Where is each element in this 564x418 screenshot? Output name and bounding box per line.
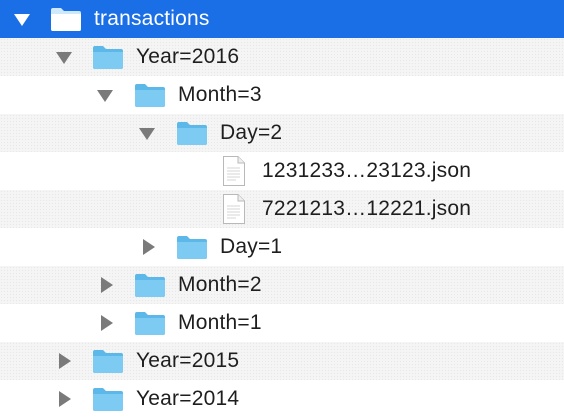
disclosure-triangle-collapsed-icon[interactable] xyxy=(59,391,71,407)
disclosure-triangle-expanded-icon[interactable] xyxy=(14,14,30,26)
tree-row-month-2[interactable]: Month=2 xyxy=(0,266,564,304)
file-tree: transactions Year=2016 Month=3 Day=2 123… xyxy=(0,0,564,418)
tree-row-label: Year=2014 xyxy=(136,387,240,410)
disclosure-triangle-expanded-icon[interactable] xyxy=(139,128,155,140)
tree-row-json-file[interactable]: 1231233…23123.json xyxy=(0,152,564,190)
tree-row-label: transactions xyxy=(94,7,210,30)
tree-row-json-file[interactable]: 7221213…12221.json xyxy=(0,190,564,228)
disclosure-triangle-expanded-icon[interactable] xyxy=(56,52,72,64)
tree-row-month-1[interactable]: Month=1 xyxy=(0,304,564,342)
disclosure-triangle-expanded-icon[interactable] xyxy=(97,90,113,102)
tree-row-month-3[interactable]: Month=3 xyxy=(0,76,564,114)
json-file-icon xyxy=(223,194,245,224)
json-file-icon xyxy=(223,156,245,186)
folder-icon xyxy=(93,388,123,411)
tree-row-label: Day=1 xyxy=(220,235,283,258)
tree-row-label: Month=1 xyxy=(178,311,262,334)
folder-icon xyxy=(135,312,165,335)
folder-icon xyxy=(93,350,123,373)
folder-icon xyxy=(177,122,207,145)
tree-row-label: Year=2016 xyxy=(136,45,240,68)
tree-row-transactions[interactable]: transactions xyxy=(0,0,564,38)
tree-row-year-2014[interactable]: Year=2014 xyxy=(0,380,564,418)
folder-icon xyxy=(93,46,123,69)
tree-row-day-1[interactable]: Day=1 xyxy=(0,228,564,266)
tree-row-year-2016[interactable]: Year=2016 xyxy=(0,38,564,76)
disclosure-triangle-collapsed-icon[interactable] xyxy=(143,239,155,255)
tree-row-year-2015[interactable]: Year=2015 xyxy=(0,342,564,380)
disclosure-triangle-collapsed-icon[interactable] xyxy=(101,277,113,293)
tree-row-label: 1231233…23123.json xyxy=(262,159,472,182)
tree-row-label: Day=2 xyxy=(220,121,283,144)
disclosure-triangle-collapsed-icon[interactable] xyxy=(59,353,71,369)
tree-row-label: Year=2015 xyxy=(136,349,240,372)
tree-row-label: 7221213…12221.json xyxy=(262,197,472,220)
disclosure-triangle-collapsed-icon[interactable] xyxy=(101,315,113,331)
tree-row-day-2[interactable]: Day=2 xyxy=(0,114,564,152)
tree-row-label: Month=3 xyxy=(178,83,262,106)
folder-icon xyxy=(51,8,81,31)
folder-icon xyxy=(135,274,165,297)
folder-icon xyxy=(135,84,165,107)
folder-icon xyxy=(177,236,207,259)
tree-row-label: Month=2 xyxy=(178,273,262,296)
